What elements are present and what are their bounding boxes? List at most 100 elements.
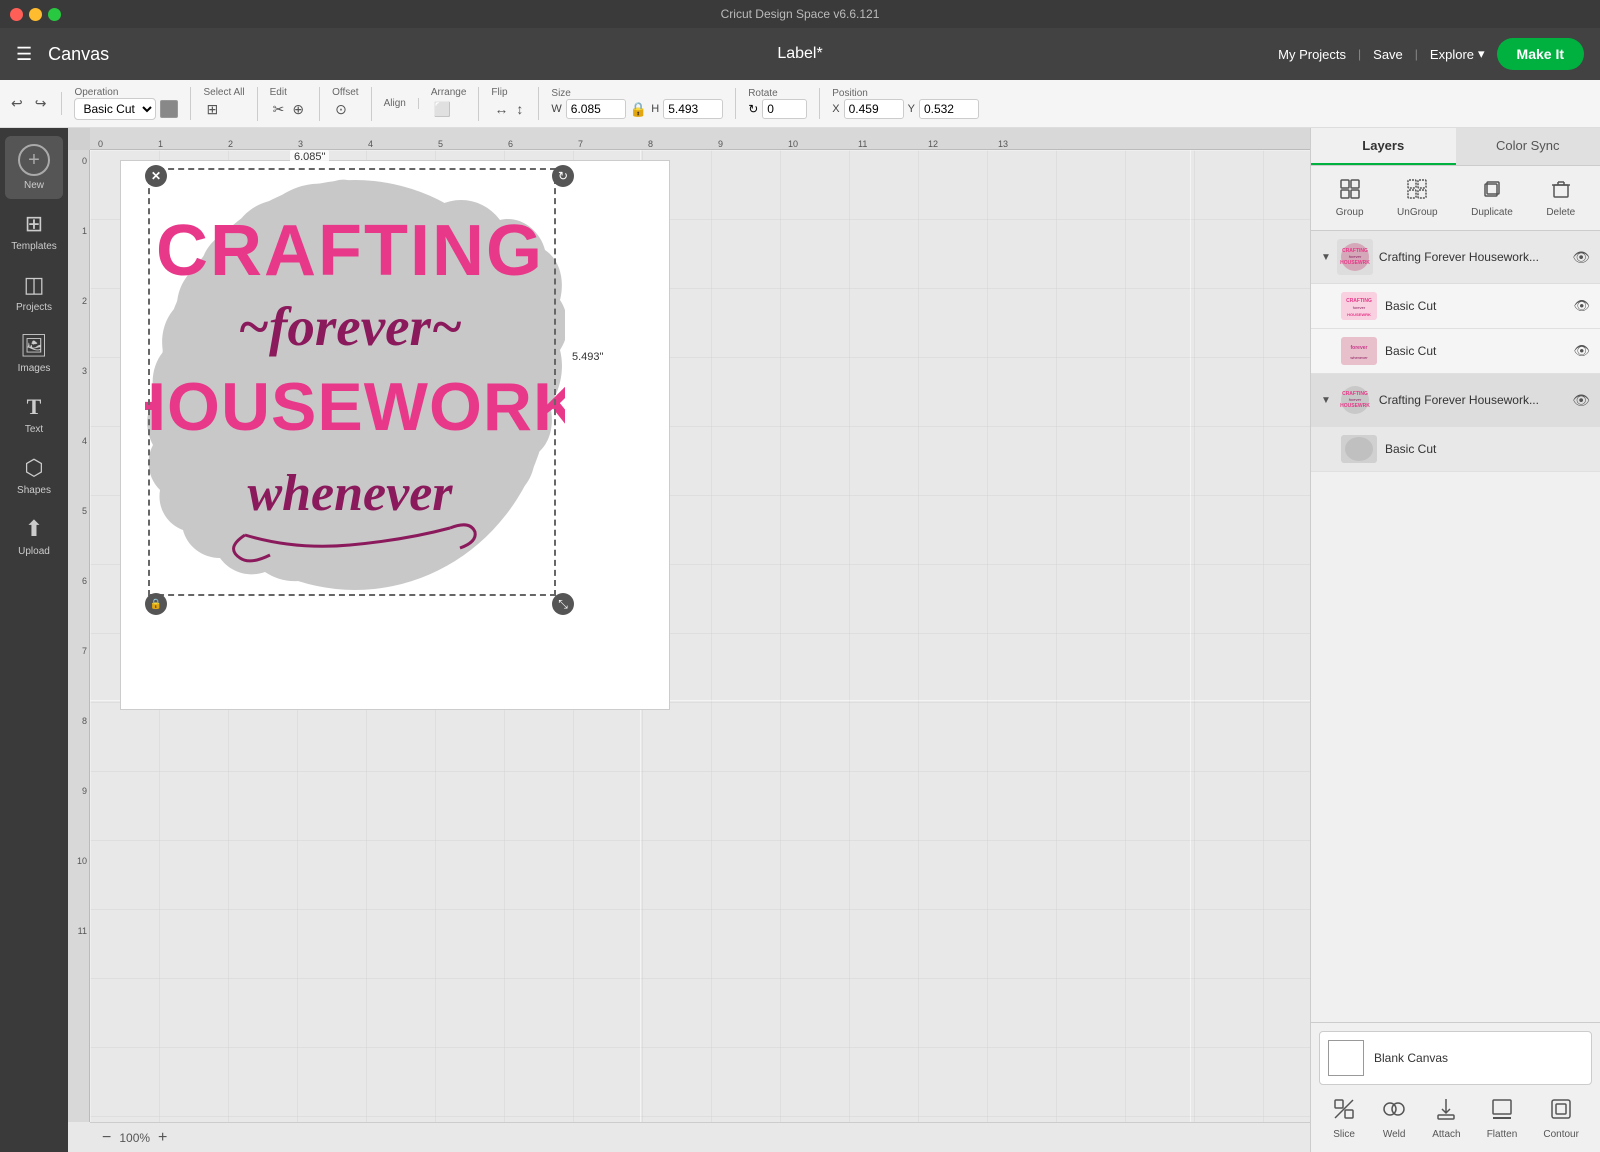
layer-group-2-header[interactable]: ▼ CRAFTING forever HOUSEWRK Crafting For…: [1311, 374, 1600, 427]
blank-canvas-thumbnail: [1328, 1040, 1364, 1076]
traffic-lights: [10, 8, 61, 21]
explore-button[interactable]: Explore ▾: [1430, 46, 1485, 62]
group-2-visibility-icon[interactable]: 👁: [1572, 392, 1590, 409]
canvas-content[interactable]: CRAFTING ~forever~ HOUSEWORK whenever ✕: [90, 150, 1310, 1122]
design-artwork[interactable]: CRAFTING ~forever~ HOUSEWORK whenever: [145, 170, 565, 600]
width-measurement: 6.085": [290, 150, 329, 164]
weld-tool[interactable]: Weld: [1382, 1097, 1406, 1140]
width-input[interactable]: [566, 99, 626, 119]
group-1-thumbnail: CRAFTING forever HOUSEWRK: [1337, 239, 1373, 275]
svg-text:CRAFTING: CRAFTING: [156, 211, 544, 291]
group-icon: [1339, 178, 1361, 205]
layer-2-visibility-icon[interactable]: 👁: [1573, 343, 1590, 359]
height-input[interactable]: [663, 99, 723, 119]
ungroup-action[interactable]: UnGroup: [1389, 174, 1446, 222]
layers-list: ▼ CRAFTING forever HOUSEWRK Crafting For…: [1311, 231, 1600, 1022]
document-label[interactable]: Label*: [777, 45, 822, 63]
layer-2-thumbnail: forever whenever: [1341, 337, 1377, 365]
zoom-out-button[interactable]: −: [102, 1129, 111, 1147]
group-2-expand-icon: ▼: [1321, 395, 1331, 406]
flatten-tool[interactable]: Flatten: [1487, 1097, 1518, 1140]
group-2-name: Crafting Forever Housework...: [1379, 393, 1566, 407]
shapes-icon: ⬡: [24, 455, 43, 481]
flip-v-button[interactable]: ↕: [513, 98, 526, 120]
layer-item-1[interactable]: CRAFTING forever HOUSEWRK Basic Cut 👁: [1311, 284, 1600, 329]
flatten-icon: [1490, 1097, 1514, 1126]
lock-icon: 🔒: [150, 599, 162, 610]
delete-handle[interactable]: ✕: [145, 165, 167, 187]
minimize-button[interactable]: [29, 8, 42, 21]
sidebar-item-templates[interactable]: ⊞ Templates: [5, 203, 63, 260]
group-1-expand-icon: ▼: [1321, 252, 1331, 263]
menu-icon[interactable]: ☰: [16, 44, 32, 65]
sidebar-new-label: New: [24, 180, 44, 191]
lock-icon[interactable]: 🔒: [630, 101, 647, 118]
edit-button2[interactable]: ⊕: [289, 98, 307, 121]
close-button[interactable]: [10, 8, 23, 21]
svg-text:whenever: whenever: [247, 465, 453, 522]
canvas-area[interactable]: 0 1 2 3 4 5 6 7 8 9 10 11 12 13 0 1 2: [68, 128, 1310, 1152]
layer-group-1-header[interactable]: ▼ CRAFTING forever HOUSEWRK Crafting For…: [1311, 231, 1600, 284]
slice-tool[interactable]: Slice: [1332, 1097, 1356, 1140]
offset-button[interactable]: ⊙: [332, 98, 350, 121]
redo-button[interactable]: ↪: [32, 92, 50, 115]
scale-handle[interactable]: ⤡: [552, 593, 574, 615]
text-icon: T: [27, 394, 42, 420]
attach-tool[interactable]: Attach: [1432, 1097, 1460, 1140]
action-tools: Slice Weld Attach: [1319, 1093, 1592, 1144]
scale-icon: ⤡: [558, 597, 568, 612]
new-icon: +: [18, 144, 50, 176]
upload-icon: ⬆: [25, 516, 43, 542]
maximize-button[interactable]: [48, 8, 61, 21]
navbar: ☰ Canvas Label* My Projects | Save | Exp…: [0, 28, 1600, 80]
group-2-thumbnail: CRAFTING forever HOUSEWRK: [1337, 382, 1373, 418]
contour-icon: [1549, 1097, 1573, 1126]
sidebar-item-new[interactable]: + New: [5, 136, 63, 199]
save-button[interactable]: Save: [1373, 47, 1403, 62]
align-group: Align: [384, 98, 419, 109]
group-1-visibility-icon[interactable]: 👁: [1572, 249, 1590, 266]
layer-item-2[interactable]: forever whenever Basic Cut 👁: [1311, 329, 1600, 374]
svg-text:forever: forever: [1353, 305, 1366, 310]
operation-color-swatch[interactable]: [160, 100, 178, 118]
rotate-input[interactable]: [762, 99, 807, 119]
flip-h-button[interactable]: ↔: [491, 98, 511, 120]
rotate-icon: ↻: [748, 102, 758, 116]
sidebar-item-shapes[interactable]: ⬡ Shapes: [5, 447, 63, 504]
bottom-tools: Blank Canvas Slice Weld: [1311, 1022, 1600, 1152]
nav-separator: |: [1358, 47, 1361, 61]
pos-x-input[interactable]: [844, 99, 904, 119]
rotate-handle[interactable]: ↻: [552, 165, 574, 187]
layer-1-visibility-icon[interactable]: 👁: [1573, 298, 1590, 314]
sidebar-item-text[interactable]: T Text: [5, 386, 63, 443]
my-projects-button[interactable]: My Projects: [1278, 47, 1346, 62]
arrange-button[interactable]: ⬜: [431, 98, 454, 121]
operation-select[interactable]: Basic Cut: [74, 98, 156, 120]
contour-tool[interactable]: Contour: [1543, 1097, 1579, 1140]
blank-canvas-area[interactable]: Blank Canvas: [1319, 1031, 1592, 1085]
undo-button[interactable]: ↩: [8, 92, 26, 115]
position-label: Position: [832, 88, 979, 99]
duplicate-action[interactable]: Duplicate: [1463, 174, 1521, 222]
lock-handle[interactable]: 🔒: [145, 593, 167, 615]
sidebar-item-upload[interactable]: ⬆ Upload: [5, 508, 63, 565]
flip-group: Flip ↔ ↕: [491, 87, 539, 120]
svg-text:forever: forever: [1351, 345, 1368, 351]
tab-color-sync[interactable]: Color Sync: [1456, 128, 1600, 165]
select-all-button[interactable]: ⊞: [203, 98, 221, 121]
edit-button[interactable]: ✂: [270, 98, 288, 121]
layer-item-3[interactable]: Basic Cut: [1311, 427, 1600, 472]
group-action[interactable]: Group: [1328, 174, 1372, 222]
zoom-in-button[interactable]: +: [158, 1129, 167, 1147]
sidebar-item-images[interactable]: 🖼 Images: [5, 325, 63, 382]
sidebar-item-projects[interactable]: ◫ Projects: [5, 264, 63, 321]
delete-action[interactable]: Delete: [1538, 174, 1583, 222]
tab-layers[interactable]: Layers: [1311, 128, 1456, 165]
position-group: Position X Y: [832, 88, 991, 119]
nav-separator2: |: [1415, 47, 1418, 61]
make-it-button[interactable]: Make It: [1497, 38, 1584, 70]
svg-text:HOUSEWRK: HOUSEWRK: [1340, 260, 1370, 266]
pos-y-input[interactable]: [919, 99, 979, 119]
undo-redo-group: ↩ ↪: [8, 92, 62, 115]
svg-text:whenever: whenever: [1350, 355, 1368, 360]
